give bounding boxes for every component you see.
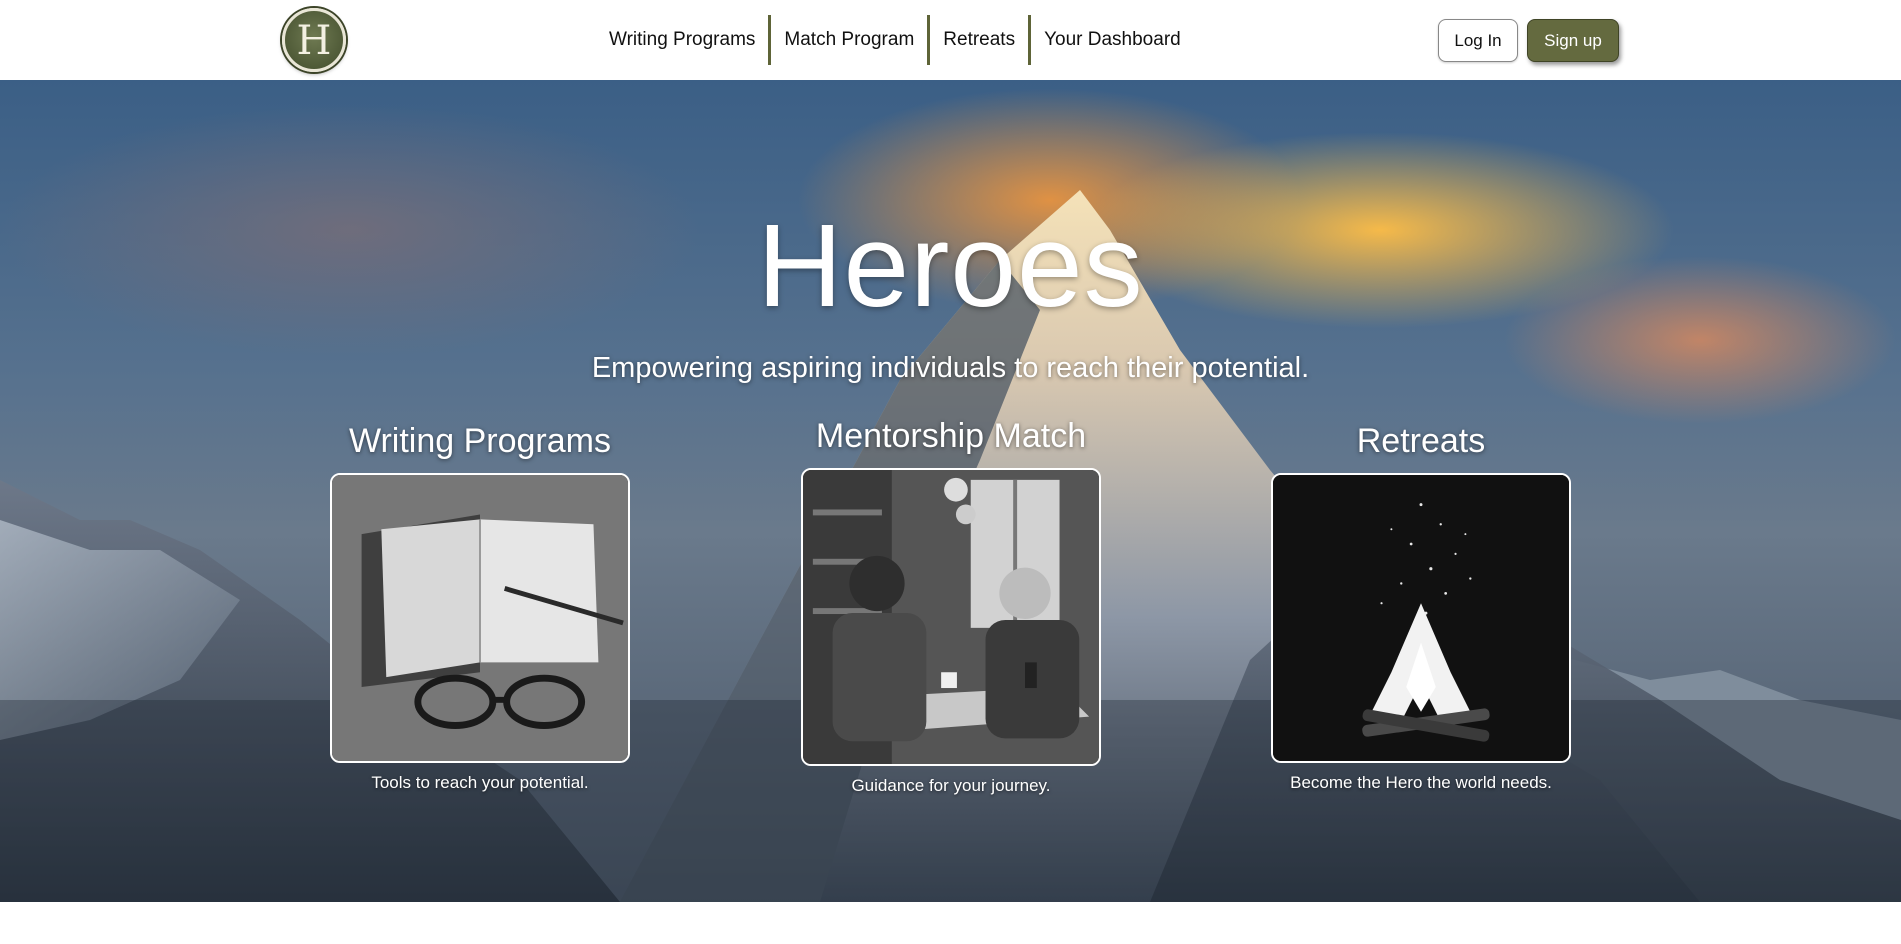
hero-title: Heroes	[757, 200, 1144, 332]
login-button[interactable]: Log In	[1438, 19, 1518, 62]
campfire-image[interactable]	[1271, 473, 1571, 763]
card-retreats: Retreats Become the Hero the world needs…	[1271, 422, 1571, 793]
brand-logo[interactable]: H	[282, 8, 346, 72]
card-writing-programs: Writing Programs Tools to reach your pot…	[330, 422, 630, 793]
card-title: Mentorship Match	[815, 417, 1087, 455]
nav-retreats[interactable]: Retreats	[930, 15, 1028, 65]
top-navbar: H Writing Programs Match Program Retreat…	[0, 0, 1901, 80]
notebook-glasses-image[interactable]	[330, 473, 630, 763]
main-nav: Writing Programs Match Program Retreats …	[596, 15, 1194, 65]
card-title: Retreats	[1356, 422, 1486, 460]
nav-writing-programs[interactable]: Writing Programs	[596, 15, 768, 65]
mentor-conversation-image[interactable]	[801, 468, 1101, 766]
card-caption: Tools to reach your potential.	[371, 773, 589, 792]
nav-match-program[interactable]: Match Program	[771, 15, 927, 65]
card-caption: Guidance for your journey.	[851, 776, 1051, 795]
signup-button[interactable]: Sign up	[1527, 19, 1619, 62]
logo-letter: H	[296, 18, 332, 64]
hero-subtitle: Empowering aspiring individuals to reach…	[591, 352, 1310, 384]
card-title: Writing Programs	[349, 422, 611, 460]
nav-your-dashboard[interactable]: Your Dashboard	[1031, 15, 1194, 65]
card-caption: Become the Hero the world needs.	[1290, 773, 1552, 792]
card-mentorship-match: Mentorship Match Guidance for your journ…	[801, 417, 1101, 796]
hero-section: Heroes Empowering aspiring individuals t…	[0, 80, 1901, 902]
